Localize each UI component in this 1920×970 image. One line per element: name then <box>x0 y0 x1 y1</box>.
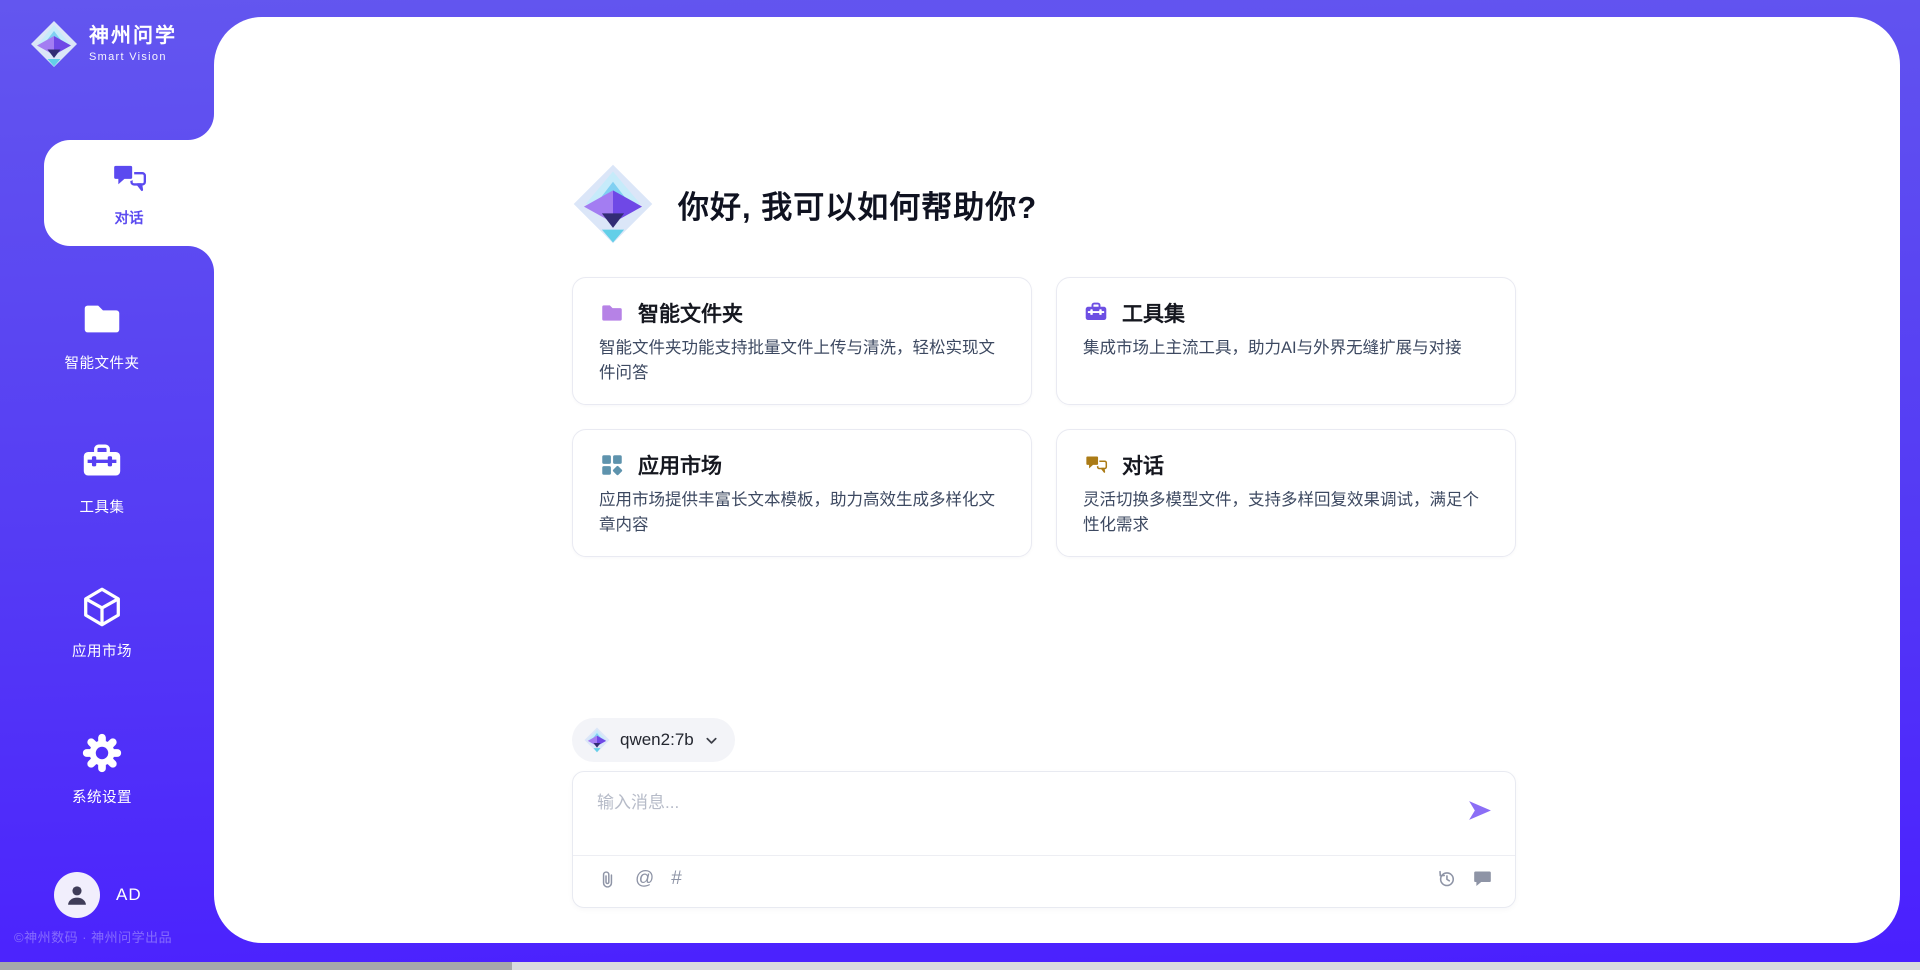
brand-text: 神州问学 Smart Vision <box>89 25 177 63</box>
sidebar-item-app-market[interactable]: 应用市场 <box>0 584 204 661</box>
feature-cards: 智能文件夹 智能文件夹功能支持批量文件上传与清洗，轻松实现文件问答 工具集 集成… <box>572 277 1516 557</box>
card-chat[interactable]: 对话 灵活切换多模型文件，支持多样回复效果调试，满足个性化需求 <box>1056 429 1516 557</box>
main-panel: 你好, 我可以如何帮助你? 智能文件夹 智能文件夹功能支持批量文件上传与清洗，轻… <box>214 17 1900 943</box>
composer-divider <box>573 855 1515 856</box>
sidebar: 神州问学 Smart Vision 对话 智能文件夹 工具集 应用市场 系统设置… <box>0 0 214 970</box>
toolbox-icon <box>1083 300 1109 326</box>
card-title: 智能文件夹 <box>638 298 743 328</box>
sidebar-item-label: 系统设置 <box>72 786 132 807</box>
mention-button[interactable]: @ <box>635 868 654 890</box>
sidebar-item-smart-folder[interactable]: 智能文件夹 <box>0 296 204 373</box>
sidebar-item-label: 智能文件夹 <box>65 352 140 373</box>
avatar <box>54 872 100 918</box>
sidebar-item-label: 应用市场 <box>72 640 132 661</box>
gear-icon <box>79 730 125 776</box>
content-column: 你好, 我可以如何帮助你? 智能文件夹 智能文件夹功能支持批量文件上传与清洗，轻… <box>572 17 1516 908</box>
tab-fillet-top <box>188 114 214 140</box>
comment-button[interactable] <box>1472 868 1493 889</box>
card-description: 应用市场提供丰富长文本模板，助力高效生成多样化文章内容 <box>599 488 1005 538</box>
folder-icon <box>79 296 125 342</box>
card-app-market[interactable]: 应用市场 应用市场提供丰富长文本模板，助力高效生成多样化文章内容 <box>572 429 1032 557</box>
sidebar-item-toolset[interactable]: 工具集 <box>0 440 204 517</box>
copyright: ©神州数码 · 神州问学出品 <box>14 927 172 946</box>
sidebar-item-settings[interactable]: 系统设置 <box>0 730 204 807</box>
grid-icon <box>599 452 625 478</box>
chevron-down-icon <box>704 733 719 748</box>
cube-icon <box>79 584 125 630</box>
history-button[interactable] <box>1436 868 1457 889</box>
send-button[interactable] <box>1466 797 1493 824</box>
message-input[interactable] <box>597 788 1439 846</box>
model-selector[interactable]: qwen2:7b <box>572 718 735 762</box>
card-smart-folder[interactable]: 智能文件夹 智能文件夹功能支持批量文件上传与清洗，轻松实现文件问答 <box>572 277 1032 405</box>
card-toolset[interactable]: 工具集 集成市场上主流工具，助力AI与外界无缝扩展与对接 <box>1056 277 1516 405</box>
person-icon <box>64 882 90 908</box>
card-description: 智能文件夹功能支持批量文件上传与清洗，轻松实现文件问答 <box>599 336 1005 386</box>
greeting-logo-icon <box>572 163 654 245</box>
card-title: 应用市场 <box>638 450 722 480</box>
toolbox-icon <box>79 440 125 486</box>
greeting: 你好, 我可以如何帮助你? <box>572 163 1516 245</box>
user-name: AD <box>116 885 142 905</box>
sidebar-item-label: 对话 <box>115 207 144 228</box>
folder-icon <box>599 300 625 326</box>
card-description: 集成市场上主流工具，助力AI与外界无缝扩展与对接 <box>1083 336 1489 361</box>
composer-right-tools <box>1436 868 1493 889</box>
brand-subtitle: Smart Vision <box>89 51 177 63</box>
chat-icon <box>109 159 149 199</box>
attach-button[interactable] <box>597 869 618 890</box>
composer-tools: @ # <box>597 868 682 890</box>
card-title: 工具集 <box>1122 298 1185 328</box>
card-description: 灵活切换多模型文件，支持多样回复效果调试，满足个性化需求 <box>1083 488 1489 538</box>
brand: 神州问学 Smart Vision <box>30 20 177 68</box>
model-name: qwen2:7b <box>620 730 694 750</box>
chat-icon <box>1083 452 1109 478</box>
tab-fillet-bottom <box>188 246 214 272</box>
user-profile[interactable]: AD <box>54 872 142 918</box>
card-title: 对话 <box>1122 450 1164 480</box>
horizontal-scrollbar[interactable] <box>0 962 1920 970</box>
sidebar-item-chat[interactable]: 对话 <box>44 140 214 246</box>
scrollbar-thumb[interactable] <box>0 962 512 970</box>
brand-logo-icon <box>30 20 78 68</box>
topic-button[interactable]: # <box>671 868 682 890</box>
greeting-title: 你好, 我可以如何帮助你? <box>678 182 1037 227</box>
sidebar-item-label: 工具集 <box>80 496 125 517</box>
brand-name: 神州问学 <box>89 25 177 48</box>
brand-logo-icon <box>584 727 610 753</box>
composer: @ # <box>572 771 1516 908</box>
